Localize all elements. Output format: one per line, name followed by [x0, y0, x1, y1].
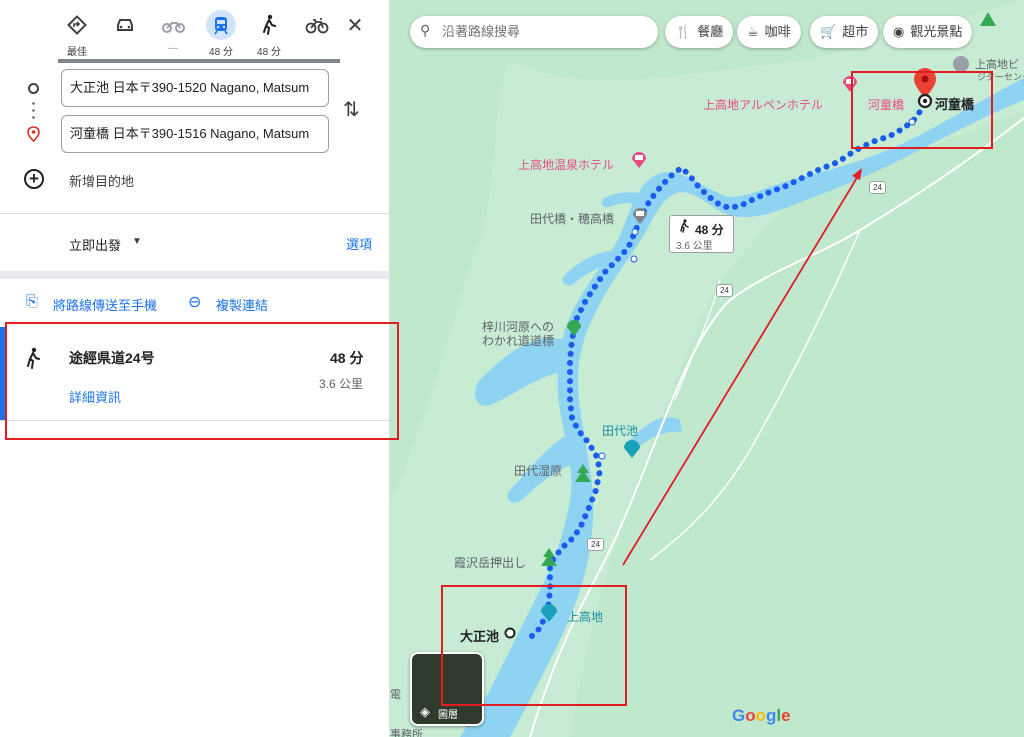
motorcycle-icon — [158, 10, 188, 40]
section-divider — [0, 271, 390, 279]
mode-drive[interactable] — [105, 10, 145, 43]
layers-label: 圖層 — [438, 710, 458, 721]
destination-pin-icon — [27, 126, 40, 142]
annotation-box-destination — [851, 71, 993, 149]
hotel-icon — [632, 152, 646, 168]
walking-icon — [678, 219, 690, 236]
mode-best-label: 最佳 — [67, 47, 87, 58]
mode-best[interactable]: 最佳 — [57, 10, 97, 58]
depart-now-dropdown[interactable]: 立即出發 — [69, 235, 121, 254]
search-along-route-input[interactable]: 沿著路線搜尋 — [410, 16, 658, 48]
destination-input[interactable]: 河童橋 日本〒390-1516 Nagano, Matsum — [61, 115, 329, 153]
walking-icon — [254, 10, 284, 40]
origin-input[interactable]: 大正池 日本〒390-1520 Nagano, Matsum — [61, 69, 329, 107]
mode-walk[interactable]: 48 分 — [249, 10, 289, 58]
diamond-turn-icon — [62, 10, 92, 40]
mode-walk-label: 48 分 — [257, 47, 281, 58]
send-to-phone-icon[interactable]: ⎘ — [26, 293, 38, 310]
origin-circle-icon — [28, 83, 39, 94]
chip-coffee[interactable]: ☕ 咖啡 — [737, 16, 801, 48]
trail-icon — [567, 320, 581, 336]
mode-scroll-indicator — [58, 59, 340, 63]
close-icon[interactable]: ✕ — [343, 14, 367, 38]
train-icon — [206, 10, 236, 40]
road-shield: 24 — [587, 538, 604, 551]
chip-attractions[interactable]: ◉ 觀光景點 — [883, 16, 973, 48]
send-to-phone-link[interactable]: 將路線傳送至手機 — [53, 295, 157, 314]
fork-knife-icon: 🍴 — [675, 24, 692, 39]
chip-restaurants[interactable]: 🍴 餐廳 — [665, 16, 734, 48]
chip-label: 超市 — [842, 24, 869, 39]
copy-link-button[interactable]: 複製連結 — [216, 295, 268, 314]
road-shield: 24 — [869, 181, 886, 194]
caret-down-icon[interactable]: ▼ — [132, 236, 142, 247]
coffee-icon: ☕ — [747, 24, 759, 39]
mode-transit-label: 48 分 — [209, 47, 233, 58]
park-icon — [624, 440, 640, 458]
annotation-box-route — [5, 322, 399, 440]
bicycle-icon — [302, 10, 332, 40]
link-icon[interactable]: ⊖ — [188, 292, 201, 312]
mode-bicycle[interactable] — [297, 10, 337, 43]
cart-icon: 🛒 — [820, 24, 837, 39]
swap-icon[interactable]: ⇅ — [343, 97, 360, 122]
route-dots-icon — [32, 100, 35, 122]
camp-icon — [980, 12, 996, 26]
chip-label: 觀光景點 — [910, 24, 963, 39]
chip-supermarket[interactable]: 🛒 超市 — [810, 16, 879, 48]
add-destination-label[interactable]: 新增目的地 — [69, 171, 134, 190]
bridge-icon — [633, 208, 647, 224]
car-icon — [110, 10, 140, 40]
divider — [0, 213, 390, 214]
tooltip-duration: 48 分 — [695, 223, 724, 237]
layers-icon: ◈ — [420, 704, 430, 719]
travel-mode-bar: 最佳 — 48 分 48 分 ✕ — [0, 0, 390, 60]
road-shield: 24 — [716, 284, 733, 297]
chip-label: 咖啡 — [764, 24, 791, 39]
visitor-center-icon — [953, 56, 969, 72]
search-icon: ⚲ — [420, 22, 431, 38]
tree-icon — [575, 464, 591, 482]
camera-icon: ◉ — [893, 24, 905, 39]
options-button[interactable]: 選項 — [346, 234, 372, 253]
annotation-box-origin — [441, 585, 627, 706]
google-logo: Google — [732, 706, 791, 725]
mode-motorcycle-label: — — [168, 43, 178, 54]
tree-icon — [541, 548, 557, 566]
tooltip-distance: 3.6 公里 — [676, 241, 713, 252]
mode-motorcycle[interactable]: — — [153, 10, 193, 54]
chip-label: 餐廳 — [697, 24, 724, 39]
mode-transit[interactable]: 48 分 — [201, 10, 241, 58]
add-destination-icon[interactable]: + — [24, 169, 44, 189]
